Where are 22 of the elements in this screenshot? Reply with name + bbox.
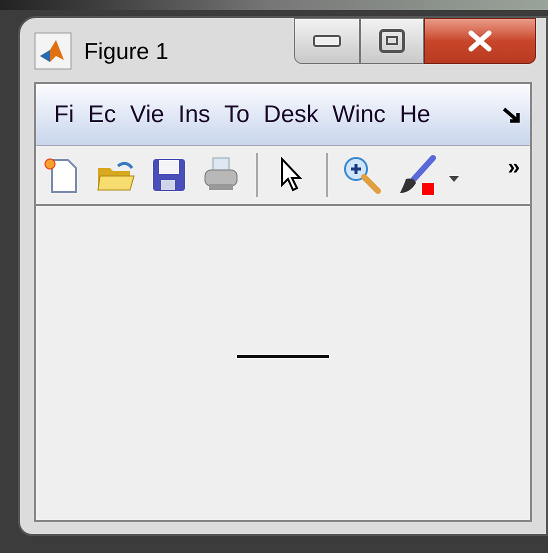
menu-item[interactable]: Vie — [130, 96, 164, 132]
caret-icon[interactable] — [448, 175, 460, 183]
maximize-icon — [379, 29, 405, 53]
zoom-in-icon[interactable] — [342, 155, 382, 195]
brush-icon[interactable] — [398, 155, 438, 195]
app-logo-icon — [34, 32, 72, 70]
menu-item[interactable]: To — [224, 96, 250, 132]
toolbar-overflow-button[interactable]: » — [508, 156, 520, 178]
menu-item[interactable]: Ec — [88, 96, 116, 132]
menu-item[interactable]: Desk — [264, 96, 318, 132]
minimize-button[interactable] — [294, 18, 360, 64]
arrow-icon — [502, 106, 522, 124]
pointer-icon[interactable] — [280, 157, 304, 193]
window-title: Figure 1 — [84, 36, 168, 66]
maximize-button[interactable] — [360, 18, 424, 64]
minimize-icon — [313, 35, 341, 47]
menu-item[interactable]: He — [400, 96, 430, 132]
menu-item[interactable]: Ins — [178, 96, 210, 132]
menu-item[interactable]: Fi — [54, 96, 74, 132]
close-icon — [468, 30, 492, 52]
menu-item[interactable]: Winc — [332, 96, 386, 132]
close-button[interactable] — [424, 18, 536, 64]
